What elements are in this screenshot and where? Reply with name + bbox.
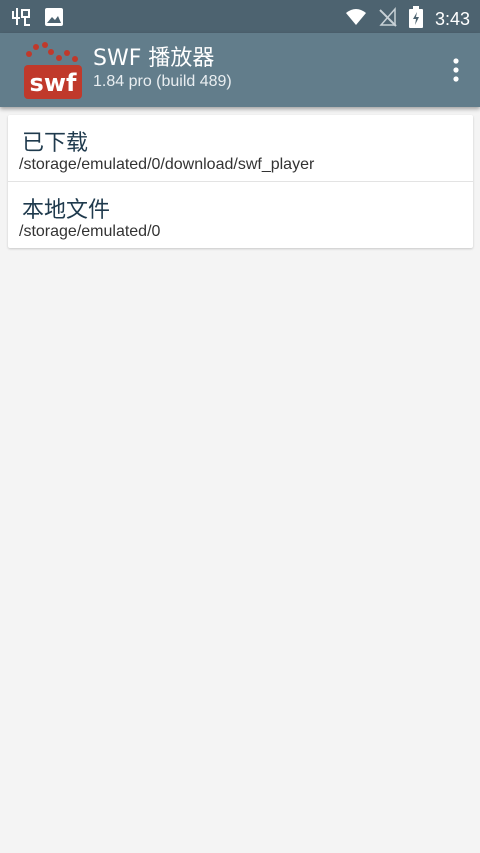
battery-charging-icon (408, 6, 423, 32)
title-block: SWF 播放器 1.84 pro (build 489) (93, 46, 232, 92)
app-title: SWF 播放器 (93, 46, 215, 71)
list-item-path: /storage/emulated/0/download/swf_player (19, 156, 315, 173)
list-item-downloads[interactable]: 已下载 /storage/emulated/0/download/swf_pla… (8, 115, 473, 182)
image-icon (44, 7, 64, 31)
app-version: 1.84 pro (build 489) (93, 73, 232, 90)
app-logo: swf (22, 40, 84, 102)
list-item-title: 已下载 (22, 131, 89, 156)
clock: 3:43 (434, 8, 470, 29)
logo-text: swf (30, 69, 77, 97)
overflow-menu-icon[interactable] (448, 57, 464, 83)
app-bar: swf SWF 播放器 1.84 pro (build 489) (0, 33, 480, 107)
list-item-local-files[interactable]: 本地文件 /storage/emulated/0 (8, 182, 473, 248)
no-signal-icon (379, 7, 397, 31)
locations-card: 已下载 /storage/emulated/0/download/swf_pla… (8, 115, 473, 248)
notification-icon (10, 6, 32, 32)
list-item-path: /storage/emulated/0 (19, 223, 161, 240)
wifi-icon (345, 7, 367, 31)
list-item-title: 本地文件 (22, 198, 111, 223)
status-bar: 3:43 (0, 0, 480, 33)
